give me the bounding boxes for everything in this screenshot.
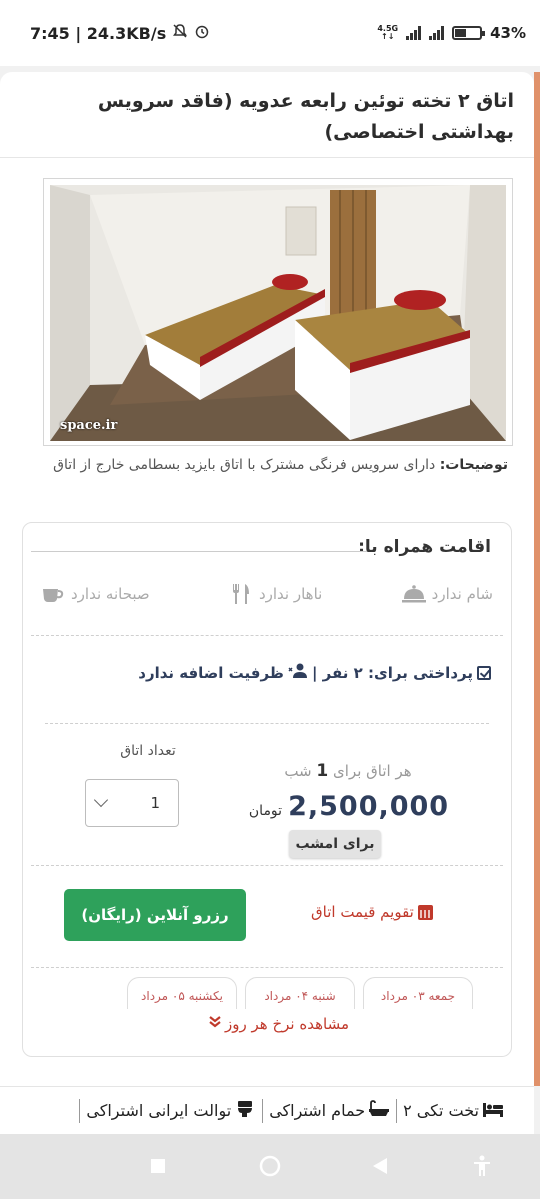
home-button[interactable] [258, 1154, 282, 1178]
mute-bell-icon [172, 23, 188, 43]
lunch-label: ناهار ندارد [258, 585, 323, 603]
amenity-bath-label: حمام اشتراکی [269, 1101, 366, 1120]
signal-icon-2 [429, 26, 445, 40]
stay-with-heading: اقامت همراه با: [358, 537, 491, 557]
accessibility-icon[interactable] [470, 1154, 494, 1178]
booking-box: اقامت همراه با: صبحانه ندارد ناهار ندارد… [22, 522, 512, 1057]
room-count-select[interactable]: 1 [85, 779, 179, 827]
price-calendar-label: تقویم قیمت اتاق [311, 903, 414, 921]
coffee-cup-icon [41, 583, 65, 605]
user-plus-icon [288, 663, 308, 683]
title-bar: اتاق ۲ تخته توئین رابعه عدویه (فاقد سروی… [0, 72, 534, 158]
bathtub-icon [368, 1099, 390, 1122]
tonight-badge: برای امشب [289, 830, 381, 858]
amenity-toilet: توالت ایرانی اشتراکی [80, 1100, 262, 1122]
room-photo-image: space.ir [50, 185, 506, 441]
divider [31, 865, 503, 866]
book-online-button[interactable]: رزرو آنلاین (رایگان) [64, 889, 246, 941]
photo-watermark: space.ir [60, 418, 118, 433]
chevron-down-icon [93, 792, 109, 808]
breakfast-label: صبحانه ندارد [71, 585, 150, 603]
meal-breakfast: صبحانه ندارد [41, 583, 150, 605]
meals-row: صبحانه ندارد ناهار ندارد شام ندارد [41, 583, 493, 605]
alarm-icon [194, 23, 210, 43]
room-count-value: 1 [150, 794, 160, 812]
battery-icon [452, 26, 486, 40]
day-tab-saturday[interactable]: شنبه ۰۴ مرداد [245, 977, 355, 1009]
price-value: 2,500,000 [288, 791, 450, 822]
network-type: 4.5G ↑↓ [377, 24, 399, 41]
meal-lunch: ناهار ندارد [229, 583, 322, 605]
double-chevron-down-icon [209, 1015, 221, 1033]
room-title: اتاق ۲ تخته توئین رابعه عدویه (فاقد سروی… [97, 90, 514, 143]
heading-divider [31, 551, 367, 552]
description-text: دارای سرویس فرنگی مشترک با اتاق بایزید ب… [53, 457, 436, 473]
payment-info: پرداختی برای: ۲ نفر | ظرفیت اضافه ندارد [138, 663, 491, 683]
divider [31, 635, 503, 636]
cloche-icon [401, 583, 426, 605]
price-per-night: هر اتاق برای 1 شب [253, 761, 443, 781]
system-nav-bar [0, 1134, 540, 1199]
description-label: توضیحات: [439, 457, 508, 473]
dinner-label: شام ندارد [431, 585, 493, 603]
toilet-icon [234, 1100, 256, 1122]
amenities-bar: ۲ تخت تکی حمام اشتراکی توالت ایرانی اشتر… [0, 1086, 534, 1134]
daily-rates-link[interactable]: مشاهده نرخ هر روز [209, 1015, 349, 1033]
divider [45, 723, 489, 724]
amenity-beds-label: ۲ تخت تکی [403, 1101, 479, 1120]
price-row: 2,500,000 تومان [249, 791, 449, 822]
price-currency: تومان [248, 803, 283, 819]
night-word: شب [284, 762, 312, 780]
amenity-bath: حمام اشتراکی [263, 1099, 396, 1122]
calendar-icon [417, 904, 433, 920]
nights-count: 1 [316, 761, 329, 781]
payment-for-label: پرداختی برای: ۲ نفر | [311, 664, 473, 682]
extra-capacity-label: ظرفیت اضافه ندارد [138, 664, 284, 682]
accent-strip [534, 72, 540, 1086]
day-tab-friday[interactable]: جمعه ۰۳ مرداد [363, 977, 473, 1009]
room-photo[interactable]: space.ir [43, 178, 513, 446]
battery-percent: 43% [490, 24, 526, 42]
signal-icon [406, 26, 422, 40]
bed-icon [482, 1100, 504, 1122]
price-calendar-link[interactable]: تقویم قیمت اتاق [311, 903, 433, 921]
daily-rates-label: مشاهده نرخ هر روز [225, 1015, 349, 1033]
amenity-toilet-label: توالت ایرانی اشتراکی [86, 1101, 232, 1120]
day-tab-sunday[interactable]: یکشنبه ۰۵ مرداد [127, 977, 237, 1009]
day-tabs: جمعه ۰۳ مرداد شنبه ۰۴ مرداد یکشنبه ۰۵ مر… [123, 977, 473, 1009]
amenity-beds: ۲ تخت تکی [397, 1100, 510, 1122]
back-button[interactable] [368, 1154, 392, 1178]
recents-button[interactable] [146, 1154, 170, 1178]
fork-knife-icon [229, 583, 253, 605]
room-count-label: تعداد اتاق [120, 743, 176, 759]
divider [31, 967, 503, 968]
status-time-speed: 7:45 | 24.3KB/s [30, 23, 167, 43]
checkbox-icon [477, 666, 491, 680]
meal-dinner: شام ندارد [401, 583, 493, 605]
room-description: توضیحات: دارای سرویس فرنگی مشترک با اتاق… [30, 452, 508, 478]
per-room-label: هر اتاق برای [333, 762, 412, 780]
status-bar: 7:45 | 24.3KB/s 4.5G ↑↓ 43% [0, 0, 540, 66]
